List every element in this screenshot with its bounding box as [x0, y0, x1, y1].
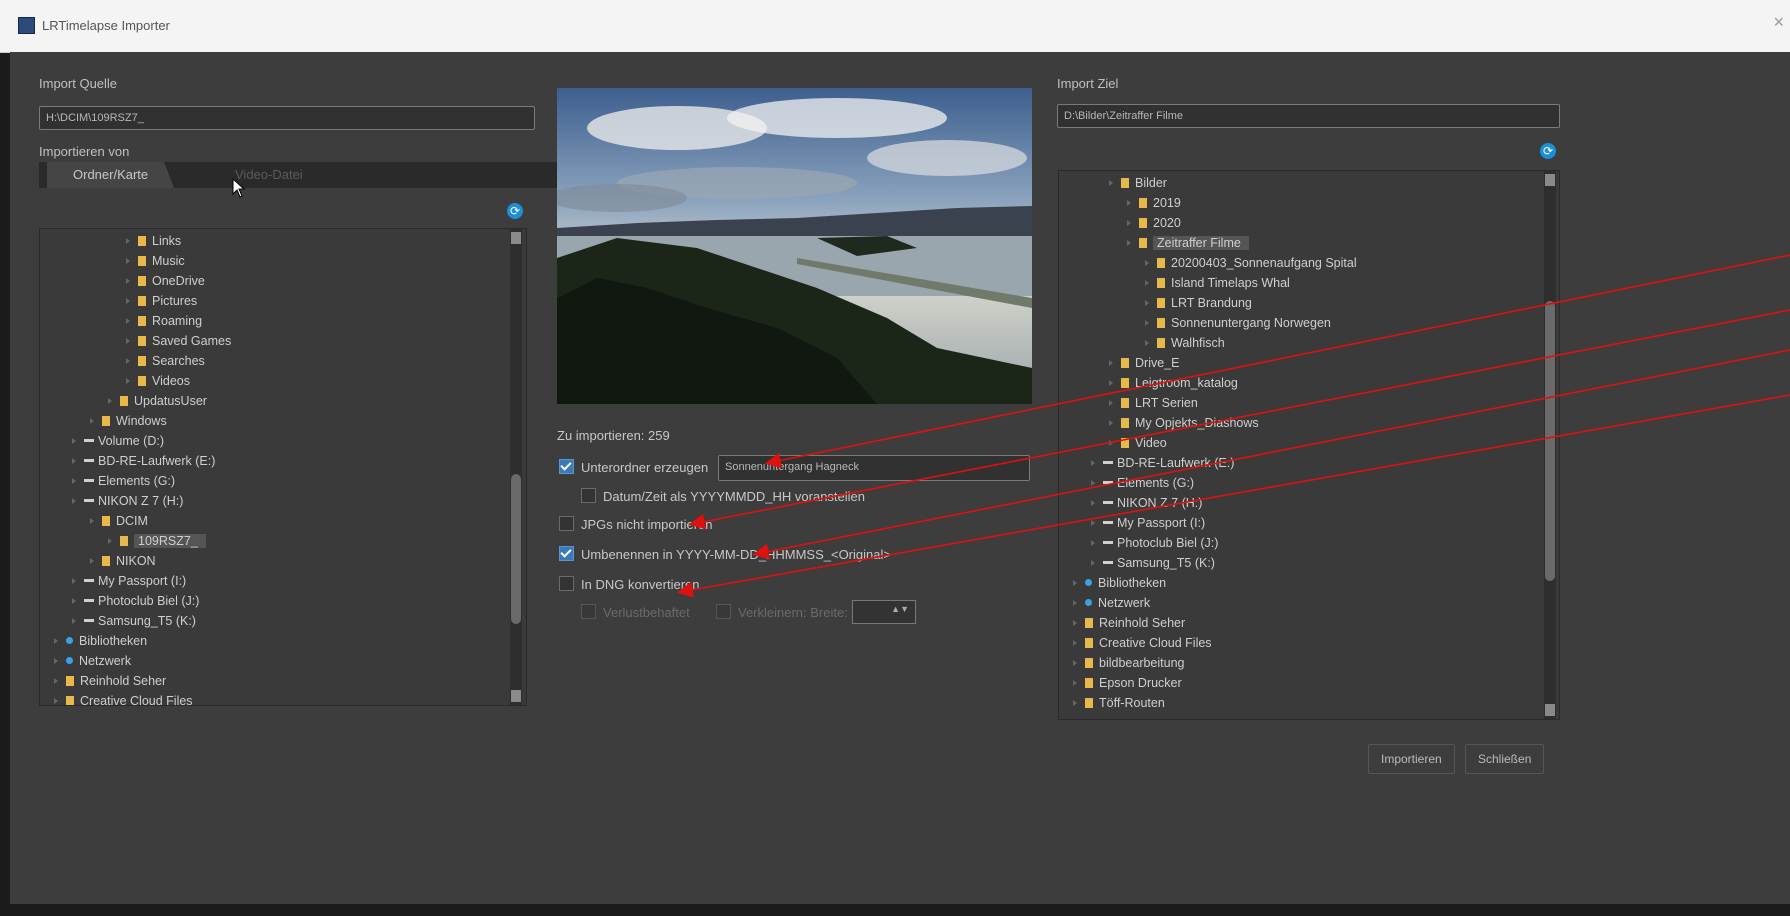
annotation-overlay — [676, 254, 1790, 598]
annotation-arrow — [764, 254, 1790, 469]
annotation-arrow — [752, 349, 1790, 560]
